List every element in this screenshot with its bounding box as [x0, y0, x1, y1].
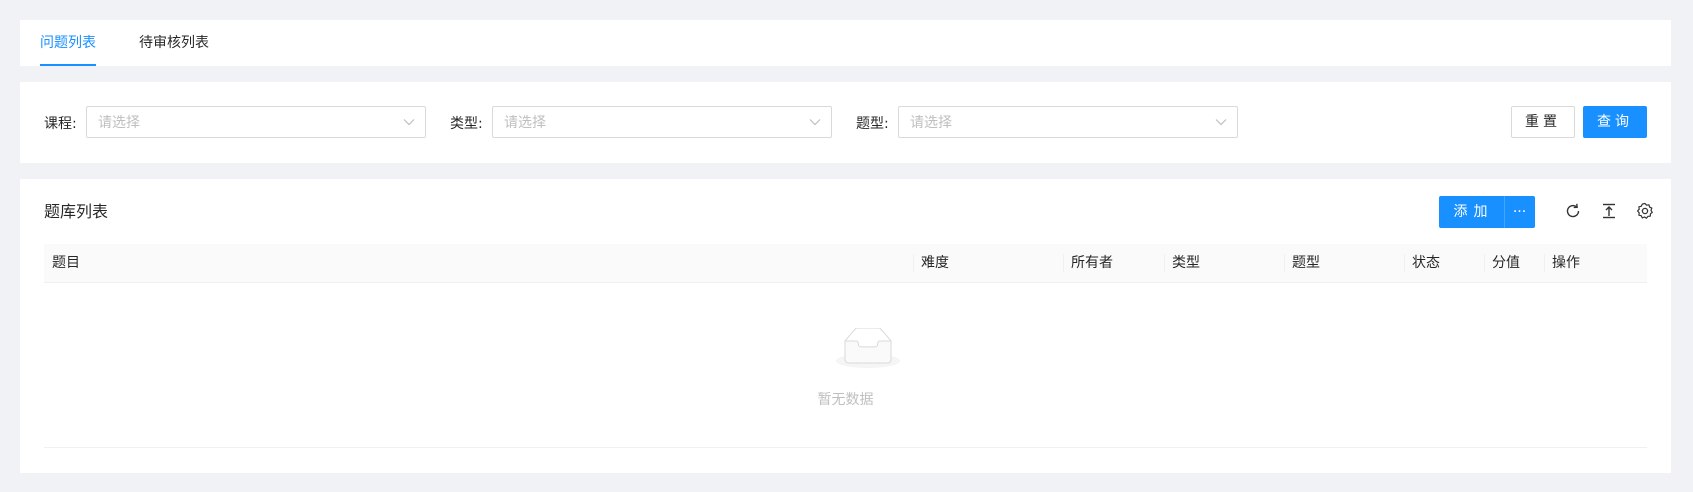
chevron-down-icon: [809, 119, 821, 126]
type-select[interactable]: 请选择: [492, 106, 832, 138]
column-header-owner: 所有者: [1071, 255, 1113, 271]
tab-question-list[interactable]: 问题列表: [40, 20, 96, 66]
course-select-placeholder: 请选择: [98, 115, 140, 131]
column-header-difficulty: 难度: [921, 255, 949, 271]
empty-state-text: 暂无数据: [817, 392, 874, 408]
type-select-placeholder: 请选择: [504, 115, 546, 131]
chevron-down-icon: [1215, 119, 1227, 126]
column-header-question-type: 题型: [1292, 255, 1320, 271]
empty-state: 暂无数据: [44, 283, 1647, 447]
question-type-filter-label: 题型:: [856, 116, 889, 132]
table-header: 题目 难度 所有者 类型 题型 状态 分值 操作: [44, 244, 1647, 283]
reload-icon[interactable]: [1564, 202, 1582, 220]
column-header-score: 分值: [1492, 255, 1520, 271]
type-filter-label: 类型:: [450, 116, 483, 132]
add-button[interactable]: 添加: [1439, 196, 1504, 228]
column-header-actions: 操作: [1552, 255, 1580, 271]
column-header-status: 状态: [1412, 255, 1440, 271]
column-header-type: 类型: [1172, 255, 1200, 271]
question-bank-table-card: 题库列表 添加 ··· 题目 难度 所有者 类型 题型 状态 分值 操作 暂无数…: [20, 179, 1671, 473]
vertical-align-top-icon[interactable]: [1600, 202, 1618, 220]
course-filter-label: 课程:: [44, 116, 77, 132]
question-type-select-placeholder: 请选择: [910, 115, 952, 131]
chevron-down-icon: [403, 119, 415, 126]
add-more-dropdown-button[interactable]: ···: [1504, 196, 1535, 228]
tab-pending-review-list[interactable]: 待审核列表: [139, 20, 209, 66]
column-header-question: 题目: [52, 255, 80, 271]
course-select[interactable]: 请选择: [86, 106, 426, 138]
table-title: 题库列表: [44, 202, 109, 221]
reset-button[interactable]: 重置: [1511, 106, 1575, 138]
query-button[interactable]: 查询: [1583, 106, 1647, 138]
question-type-select[interactable]: 请选择: [898, 106, 1238, 138]
table-bottom-border: [44, 447, 1647, 448]
setting-icon[interactable]: [1636, 202, 1654, 220]
tabs-bar: 问题列表 待审核列表: [20, 20, 1671, 66]
filter-panel: 课程: 请选择 类型: 请选择 题型: 请选择 重置 查询: [20, 82, 1671, 163]
empty-inbox-icon: [836, 328, 900, 368]
